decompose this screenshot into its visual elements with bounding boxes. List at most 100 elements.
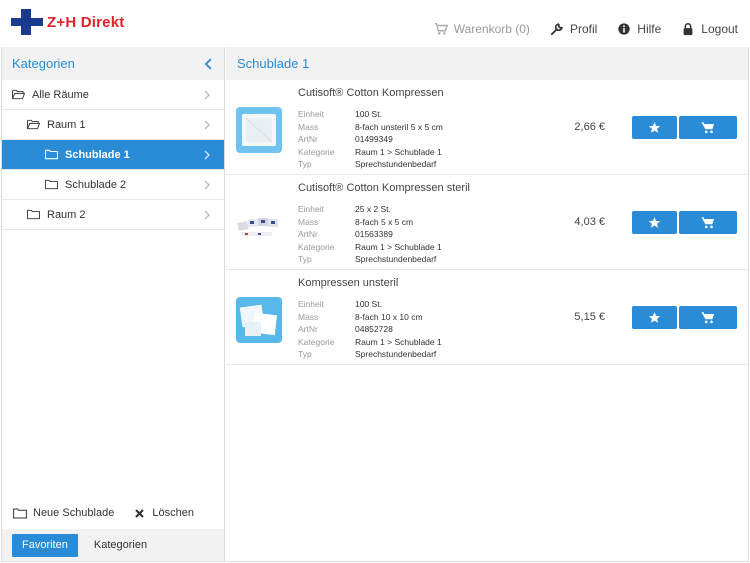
folder-icon (45, 179, 58, 190)
cart-label: Warenkorb (0) (453, 22, 530, 36)
tree-item-schublade-1[interactable]: Schublade 1 (2, 140, 224, 170)
attr-label: Kategorie (298, 241, 335, 252)
attr-label: Mass (298, 311, 319, 322)
attr-label: Mass (298, 121, 319, 132)
cart-link[interactable]: Warenkorb (0) (434, 22, 530, 36)
new-drawer-button[interactable]: Neue Schublade (13, 507, 114, 519)
logo-cross-icon (11, 9, 43, 35)
favorite-button[interactable] (632, 116, 677, 139)
product-row[interactable]: Cutisoft® Cotton Kompressen steril Einhe… (226, 175, 748, 270)
attr-label: Einheit (298, 109, 324, 119)
attr-unit: 100 St. (355, 299, 382, 309)
attr-label: Kategorie (298, 146, 335, 157)
tree-item-raum-1[interactable]: Raum 1 (2, 110, 224, 140)
category-sidebar: Kategorien Alle Räume Raum 1 Schublade 1… (1, 47, 225, 562)
logo[interactable]: Z+H Direkt (11, 9, 124, 35)
tree-item-label: Schublade 2 (65, 178, 127, 191)
product-row[interactable]: Cutisoft® Cotton Kompressen Einheit 100 S… (226, 80, 748, 175)
info-icon (618, 23, 630, 35)
tree-item-label: Schublade 1 (65, 148, 130, 161)
cart-icon (701, 312, 715, 324)
attr-label: Einheit (298, 204, 324, 214)
attr-unit: 100 St. (355, 109, 382, 119)
attr-size: 8-fach 5 x 5 cm (355, 216, 414, 227)
delete-button[interactable]: Löschen (134, 507, 194, 519)
profile-label: Profil (569, 22, 598, 36)
attr-type: Sprechstundenbedarf (355, 254, 437, 264)
tree-item-label: Raum 1 (47, 118, 86, 131)
product-image (236, 202, 282, 248)
product-name[interactable]: Cutisoft® Cotton Kompressen (298, 87, 444, 99)
sidebar-title: Kategorien (12, 56, 75, 71)
tree-item-label: Raum 2 (47, 208, 86, 221)
chevron-right-icon (204, 150, 210, 160)
attr-size: 8-fach unsteril 5 x 5 cm (355, 121, 443, 132)
attr-art: 04852728 (355, 324, 393, 334)
brand-name: Z+H Direkt (47, 13, 125, 31)
add-to-cart-button[interactable] (679, 116, 737, 139)
profile-link[interactable]: Profil (550, 22, 597, 36)
product-name[interactable]: Cutisoft® Cotton Kompressen steril (298, 182, 470, 194)
logout-label: Logout (701, 22, 738, 36)
sidebar-header: Kategorien (2, 47, 224, 80)
attr-category: Raum 1 > Schublade 1 (355, 336, 442, 347)
attr-art: 01563389 (355, 229, 393, 239)
attr-type: Sprechstundenbedarf (355, 349, 437, 359)
cart-icon (434, 23, 448, 35)
attr-size: 8-fach 10 x 10 cm (355, 311, 423, 322)
tree-item-label: Alle Räume (32, 88, 89, 101)
attr-label: Typ (298, 349, 312, 359)
folder-icon (45, 149, 58, 160)
star-icon (648, 312, 661, 323)
attr-label: Einheit (298, 299, 324, 309)
tree-item-raum-2[interactable]: Raum 2 (2, 200, 224, 230)
chevron-right-icon (204, 90, 210, 100)
product-name[interactable]: Kompressen unsteril (298, 277, 398, 289)
collapse-sidebar-icon[interactable] (204, 57, 214, 70)
top-navigation: Warenkorb (0) Profil Hilfe Logout (414, 22, 738, 36)
product-price: 5,15 € (574, 311, 605, 323)
product-list-panel: Schublade 1 Cutisoft® Cotton Kompressen … (226, 47, 749, 562)
attr-art: 01499349 (355, 134, 393, 144)
product-actions (632, 211, 737, 234)
product-attributes: Einheit 100 St. Mass 8-fach unsteril 5 x 5… (298, 108, 443, 171)
attr-label: ArtNr (298, 134, 318, 144)
attr-label: Kategorie (298, 336, 335, 347)
favorites-button[interactable]: Favoriten (12, 533, 78, 557)
product-image (236, 297, 282, 343)
product-attributes: Einheit 100 St. Mass 8-fach 10 x 10 cm Art… (298, 298, 442, 361)
lock-icon (683, 23, 693, 36)
cart-icon (701, 122, 715, 134)
help-link[interactable]: Hilfe (617, 22, 661, 36)
chevron-right-icon (204, 120, 210, 130)
sidebar-actions: Neue Schublade Löschen (2, 503, 224, 523)
tree-item-alle-raeume[interactable]: Alle Räume (2, 80, 224, 110)
add-to-cart-button[interactable] (679, 211, 737, 234)
favorite-button[interactable] (632, 211, 677, 234)
close-icon (135, 508, 145, 518)
product-row[interactable]: Kompressen unsteril Einheit 100 St. Mass 8… (226, 270, 748, 365)
tree-item-schublade-2[interactable]: Schublade 2 (2, 170, 224, 200)
folder-open-icon (12, 89, 25, 100)
logout-link[interactable]: Logout (681, 22, 738, 36)
folder-icon (27, 209, 40, 220)
product-price: 4,03 € (574, 216, 605, 228)
attr-label: ArtNr (298, 324, 318, 334)
attr-unit: 25 x 2 St. (355, 204, 391, 214)
star-icon (648, 217, 661, 228)
product-image (236, 107, 282, 153)
folder-icon (13, 508, 27, 518)
chevron-right-icon (204, 180, 210, 190)
new-drawer-label: Neue Schublade (33, 507, 115, 519)
header: Z+H Direkt Warenkorb (0) Profil Hilfe Lo… (0, 0, 750, 46)
product-actions (632, 306, 737, 329)
cart-icon (701, 217, 715, 229)
add-to-cart-button[interactable] (679, 306, 737, 329)
favorite-button[interactable] (632, 306, 677, 329)
attr-category: Raum 1 > Schublade 1 (355, 241, 442, 252)
categories-link[interactable]: Kategorien (94, 539, 147, 551)
star-icon (648, 122, 661, 133)
attr-category: Raum 1 > Schublade 1 (355, 146, 442, 157)
chevron-right-icon (204, 210, 210, 220)
attr-label: ArtNr (298, 229, 318, 239)
